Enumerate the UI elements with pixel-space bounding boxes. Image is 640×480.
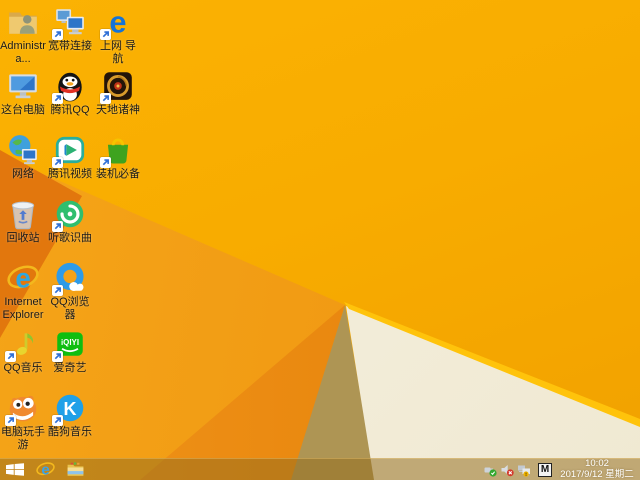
desktop-icon-broadband[interactable]: 宽带连接 <box>47 5 93 53</box>
system-tray: M <box>483 462 552 477</box>
desktop-icon-network[interactable]: 网络 <box>0 133 46 181</box>
desktop-icon-label: 网络 <box>12 168 34 180</box>
file-explorer-icon <box>67 462 83 476</box>
desktop-icon-user-folder[interactable]: Administra... <box>0 5 46 66</box>
desktop-icon-label: 腾讯视频 <box>48 168 92 180</box>
start-button[interactable] <box>0 459 30 480</box>
qq-browser-icon <box>52 261 87 296</box>
windows-flag-icon <box>6 463 24 476</box>
desktop-icon-label: 上网 导航 <box>99 40 137 65</box>
shortcut-arrow-icon <box>5 415 16 426</box>
desktop-icon-iqiyi[interactable]: iQIYI 爱奇艺 <box>47 327 93 375</box>
app-store-bag-icon <box>100 133 135 168</box>
taskbar: e M 10:02 2017/9/12 星期二 <box>0 458 640 480</box>
desktop-icon-qq-browser[interactable]: QQ浏览器 <box>47 261 93 322</box>
desktop-icon-tencent-qq[interactable]: 腾讯QQ <box>47 69 93 117</box>
desktop-icon-label: 装机必备 <box>96 168 140 180</box>
volume-muted-icon[interactable] <box>500 463 514 477</box>
desktop-icon-web-nav[interactable]: e 上网 导航 <box>95 5 141 66</box>
shortcut-arrow-icon <box>52 157 63 168</box>
user-folder-icon <box>6 5 40 39</box>
svg-text:e: e <box>109 5 126 39</box>
taskbar-clock[interactable]: 10:02 2017/9/12 星期二 <box>558 458 636 480</box>
network-globe-icon <box>6 133 40 167</box>
desktop-icon-recycle-bin[interactable]: 回收站 <box>0 197 46 245</box>
shortcut-arrow-icon <box>52 415 63 426</box>
desktop-icon-label: Administra... <box>0 40 46 65</box>
desktop-icon-label: 天地诸神 <box>96 104 140 116</box>
music-recognition-icon <box>52 197 87 232</box>
desktop-icon-music-recognition[interactable]: 听歌识曲 <box>47 197 93 245</box>
desktop-icon-label: 爱奇艺 <box>53 362 87 374</box>
desktop-icon-kugou-music[interactable]: K 酷狗音乐 <box>47 391 93 439</box>
desktop-icon-internet-explorer[interactable]: e Internet Explorer <box>0 261 46 322</box>
desktop-icon-this-pc[interactable]: 这台电脑 <box>0 69 46 117</box>
desktop-icon-label: 腾讯QQ <box>50 104 90 116</box>
usb-safely-remove-icon[interactable] <box>483 463 497 477</box>
desktop-icon-label: 听歌识曲 <box>48 232 92 244</box>
desktop-icon-zhuangji-bibei[interactable]: 装机必备 <box>95 133 141 181</box>
shortcut-arrow-icon <box>52 221 63 232</box>
shortcut-arrow-icon <box>52 93 63 104</box>
broadband-connection-icon <box>52 5 87 40</box>
web-nav-e-icon: e <box>100 5 135 40</box>
taskbar-ie-button[interactable]: e <box>30 459 60 480</box>
game-dragon-icon <box>100 69 135 104</box>
svg-text:K: K <box>63 399 76 419</box>
desktop-icon-tencent-video[interactable]: 腾讯视频 <box>47 133 93 181</box>
clock-date: 2017/9/12 星期二 <box>560 468 634 480</box>
svg-text:e: e <box>41 462 49 479</box>
recycle-bin-icon <box>6 197 40 231</box>
shortcut-arrow-icon <box>100 157 111 168</box>
clock-time: 10:02 <box>585 458 609 469</box>
shortcut-arrow-icon <box>100 29 111 40</box>
shortcut-arrow-icon <box>100 93 111 104</box>
desktop: Administra... 宽带连接 e 上网 导航 这台电脑 腾讯QQ 天地诸… <box>0 0 640 480</box>
desktop-icon-game-tiandi[interactable]: 天地诸神 <box>95 69 141 117</box>
svg-text:e: e <box>15 263 30 294</box>
desktop-icon-label: QQ浏览器 <box>50 296 90 321</box>
tencent-video-icon <box>52 133 87 168</box>
qq-music-note-icon <box>5 327 40 362</box>
input-method-indicator[interactable]: M <box>538 462 552 477</box>
desktop-icon-pc-mobile-game[interactable]: 电脑玩手游 <box>0 391 46 452</box>
desktop-icon-label: 这台电脑 <box>1 104 45 116</box>
this-pc-icon <box>6 69 40 103</box>
shortcut-arrow-icon <box>52 285 63 296</box>
desktop-icon-label: 酷狗音乐 <box>48 426 92 438</box>
iqiyi-icon: iQIYI <box>52 327 87 362</box>
shortcut-arrow-icon <box>52 351 63 362</box>
internet-explorer-icon: e <box>35 462 55 479</box>
desktop-icon-qq-music[interactable]: QQ音乐 <box>0 327 46 375</box>
desktop-icon-label: 宽带连接 <box>48 40 92 52</box>
taskbar-explorer-button[interactable] <box>60 459 90 480</box>
desktop-icon-label: 电脑玩手游 <box>1 426 45 451</box>
svg-text:iQIYI: iQIYI <box>61 338 79 347</box>
network-warning-icon[interactable] <box>517 463 531 477</box>
desktop-icon-label: 回收站 <box>6 232 40 244</box>
qq-penguin-icon <box>52 69 87 104</box>
internet-explorer-icon: e <box>6 261 40 295</box>
desktop-icon-label: Internet Explorer <box>2 296 44 321</box>
shortcut-arrow-icon <box>5 351 16 362</box>
monster-game-icon <box>5 391 40 426</box>
shortcut-arrow-icon <box>52 29 63 40</box>
desktop-icon-label: QQ音乐 <box>3 362 43 374</box>
kugou-k-icon: K <box>52 391 87 426</box>
